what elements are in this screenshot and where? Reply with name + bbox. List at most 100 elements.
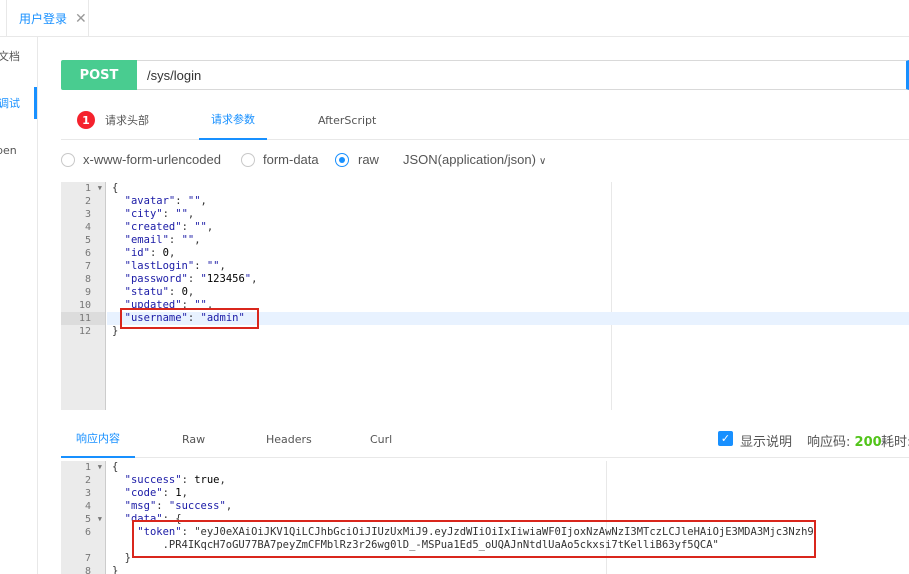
- sidebar-item-open[interactable]: pen: [0, 144, 17, 157]
- line-number-text: 8: [84, 566, 91, 574]
- radio-label: form-data: [263, 152, 319, 167]
- line-number: 7: [61, 260, 105, 273]
- line-number: 1 ▼: [61, 182, 105, 195]
- tab-response-content[interactable]: 响应内容: [61, 420, 135, 458]
- content-type-select[interactable]: JSON(application/json) ∨: [403, 152, 546, 167]
- code-text: "statu": 0,: [124, 286, 195, 298]
- line-number-text: 10: [78, 300, 91, 311]
- line-number-text: 5: [84, 235, 91, 246]
- code-line: }: [107, 565, 909, 574]
- line-number: 6: [61, 526, 105, 539]
- code-text: "lastLogin": "",: [124, 260, 226, 272]
- line-number-text: 6: [84, 527, 91, 538]
- close-icon[interactable]: ✕: [75, 11, 87, 27]
- tab-label: 响应内容: [76, 432, 120, 445]
- tab-raw[interactable]: Raw: [182, 420, 205, 458]
- code-line: "password": "123456",: [107, 273, 909, 286]
- radio-raw[interactable]: [335, 153, 349, 167]
- line-number-text: 6: [84, 248, 91, 259]
- line-number: 12: [61, 325, 105, 338]
- code-text: "password": "123456",: [124, 273, 258, 285]
- content-type-value: JSON(application/json): [403, 152, 536, 167]
- line-number-text: 5: [84, 514, 91, 525]
- code-line: "city": "",: [107, 208, 909, 221]
- code-text: {: [112, 461, 119, 473]
- line-number-text: 2: [84, 475, 91, 486]
- line-number-text: 3: [84, 209, 91, 220]
- chevron-down-icon: ∨: [538, 156, 547, 167]
- response-code-label: 响应码:: [807, 435, 851, 450]
- error-badge: 1: [77, 111, 95, 129]
- code-line: "created": "",: [107, 221, 909, 234]
- code-text: "avatar": "",: [124, 195, 207, 207]
- request-tabs: 1 请求头部 请求参数 AfterScript: [61, 100, 909, 140]
- method-button[interactable]: POST: [61, 60, 137, 90]
- url-bar: POST /sys/login: [61, 60, 909, 90]
- radio-urlencoded[interactable]: [61, 153, 75, 167]
- tab-label: Headers: [266, 432, 312, 446]
- code-text: "created": "",: [124, 221, 214, 233]
- highlight-username: [120, 308, 259, 329]
- code-text: "email": "",: [124, 234, 201, 246]
- editor-gutter: 1 ▼ 2 3 4 5 6 7 8 9 10 11 12: [61, 182, 106, 410]
- show-desc-checkbox[interactable]: ✓: [718, 431, 733, 446]
- line-number-text: 4: [84, 222, 91, 233]
- line-number-text: 3: [84, 488, 91, 499]
- line-number: 11: [61, 312, 105, 325]
- line-number-text: 7: [84, 553, 91, 564]
- line-number: 7: [61, 552, 105, 565]
- url-input[interactable]: /sys/login: [137, 60, 909, 90]
- tab-strip: 用户登录 ✕: [0, 0, 909, 37]
- code-line: "avatar": "",: [107, 195, 909, 208]
- radio-form-data[interactable]: [241, 153, 255, 167]
- line-number: 3: [61, 208, 105, 221]
- line-number-text: 1: [84, 183, 91, 194]
- response-code-value: 200: [854, 435, 882, 450]
- tab-headers[interactable]: Headers: [266, 420, 312, 458]
- editor-gutter: 1 ▼ 2 3 4 5 ▼ 6 7 8: [61, 461, 106, 574]
- tab-request-params[interactable]: 请求参数: [199, 100, 267, 140]
- fold-arrow-icon[interactable]: ▼: [98, 461, 102, 474]
- code-text: "city": "",: [124, 208, 195, 220]
- code-text: "id": 0,: [124, 247, 176, 259]
- code-line: {: [107, 182, 909, 195]
- tab-user-login[interactable]: 用户登录 ✕: [6, 0, 89, 37]
- line-number: 1 ▼: [61, 461, 105, 474]
- code-line: {: [107, 461, 909, 474]
- tab-curl[interactable]: Curl: [370, 420, 392, 458]
- sidebar-item-docs[interactable]: 文档: [0, 48, 20, 64]
- response-tabs: 响应内容 Raw Headers Curl ✓ 显示说明 响应码: 200 耗时…: [61, 420, 909, 458]
- line-number-text: 4: [84, 501, 91, 512]
- code-line: "id": 0,: [107, 247, 909, 260]
- code-text: }: [112, 552, 131, 564]
- code-text: "success": true,: [124, 474, 226, 486]
- tab-label: AfterScript: [318, 113, 377, 127]
- tab-label: 用户登录: [19, 12, 68, 26]
- tab-afterscript[interactable]: AfterScript: [318, 100, 376, 140]
- line-number: 10: [61, 299, 105, 312]
- line-number: 2: [61, 474, 105, 487]
- code-line: "code": 1,: [107, 487, 909, 500]
- sidebar-item-debug[interactable]: 调试: [0, 95, 20, 111]
- code-line: "statu": 0,: [107, 286, 909, 299]
- fold-arrow-icon[interactable]: ▼: [98, 513, 102, 526]
- line-number: 6: [61, 247, 105, 260]
- tab-request-headers[interactable]: 1 请求头部: [77, 100, 149, 140]
- code-line: "success": true,: [107, 474, 909, 487]
- code-text: {: [112, 182, 119, 194]
- request-body-editor[interactable]: 1 ▼ 2 3 4 5 6 7 8 9 10 11 12 { "avatar": "", "city":…: [61, 182, 909, 410]
- tab-label: Curl: [370, 432, 393, 446]
- radio-label: x-www-form-urlencoded: [83, 152, 221, 167]
- fold-arrow-icon[interactable]: ▼: [98, 182, 102, 195]
- code-line: "email": "",: [107, 234, 909, 247]
- response-time-label: 耗时:: [881, 435, 909, 450]
- body-type-row: x-www-form-urlencoded form-data raw JSON…: [61, 150, 909, 172]
- line-number-text: 7: [84, 261, 91, 272]
- line-number-text: 12: [78, 326, 91, 337]
- line-number: 3: [61, 487, 105, 500]
- code-text: "msg": "success",: [124, 500, 233, 512]
- line-number: 9: [61, 286, 105, 299]
- tab-label: 请求头部: [105, 114, 149, 127]
- code-text: }: [112, 565, 119, 574]
- line-number-text: 1: [84, 462, 91, 473]
